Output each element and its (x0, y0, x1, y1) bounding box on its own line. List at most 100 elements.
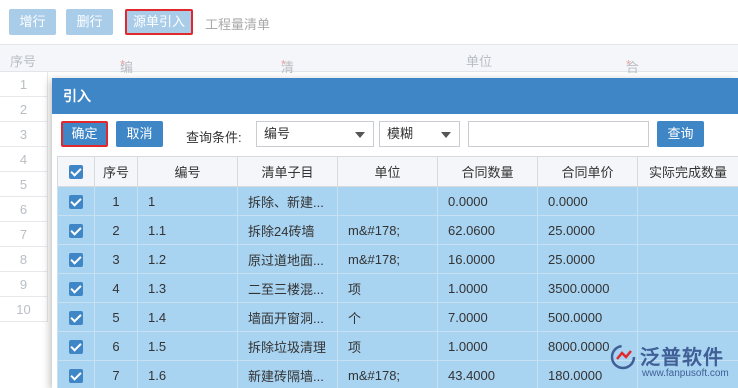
required-mark: * (626, 57, 632, 72)
cell-code: 1.4 (137, 302, 238, 332)
cell-code: 1 (137, 186, 238, 216)
header-unit: 单位 (466, 54, 493, 69)
cell-item: 拆除、新建... (237, 186, 338, 216)
confirm-button[interactable]: 确定 (61, 121, 108, 147)
cell-code: 1.6 (137, 360, 238, 388)
cell-price: 3500.0000 (537, 273, 638, 303)
cell-done (637, 244, 738, 274)
cell-code: 1.3 (137, 273, 238, 303)
row-number: 2 (0, 97, 48, 122)
cell-item: 墙面开窗洞... (237, 302, 338, 332)
row-number: 9 (0, 272, 48, 297)
col-header: 清单子目 (237, 156, 338, 187)
row-select-cell[interactable] (57, 215, 95, 245)
table-row[interactable]: 4 1.3 二至三楼混... 项 1.0000 3500.0000 (57, 273, 738, 303)
cell-unit: m&#178; (337, 244, 438, 274)
select-all-checkbox[interactable] (69, 165, 83, 180)
cell-done (637, 186, 738, 216)
row-checkbox[interactable] (69, 281, 83, 296)
brand-url: www.fanpusoft.com (642, 368, 729, 379)
cell-seq: 2 (94, 215, 138, 245)
cell-unit: m&#178; (337, 360, 438, 388)
row-checkbox[interactable] (69, 339, 83, 354)
row-number: 7 (0, 222, 48, 247)
col-header: 序号 (94, 156, 138, 187)
brand-watermark: 泛普软件 www.fanpusoft.com (606, 338, 738, 384)
header-seq: 序号 (10, 54, 37, 69)
row-checkbox[interactable] (69, 368, 83, 383)
cell-qty: 1.0000 (437, 273, 538, 303)
cell-item: 新建砖隔墙... (237, 360, 338, 388)
row-checkbox[interactable] (69, 194, 83, 209)
row-select-cell[interactable] (57, 331, 95, 361)
row-select-cell[interactable] (57, 244, 95, 274)
cell-item: 二至三楼混... (237, 273, 338, 303)
cell-unit: m&#178; (337, 215, 438, 245)
chevron-down-icon (441, 132, 451, 138)
cell-unit: 个 (337, 302, 438, 332)
grid-row-numbers: 1 2 3 4 5 6 7 8 9 10 (0, 72, 48, 322)
row-select-cell[interactable] (57, 302, 95, 332)
required-mark: * (281, 57, 287, 72)
table-row[interactable]: 5 1.4 墙面开窗洞... 个 7.0000 500.0000 (57, 302, 738, 332)
cell-qty: 7.0000 (437, 302, 538, 332)
cell-item: 拆除垃圾清理 (237, 331, 338, 361)
brand-name: 泛普软件 (640, 347, 724, 369)
cancel-button[interactable]: 取消 (116, 121, 163, 147)
cell-seq: 7 (94, 360, 138, 388)
row-select-cell[interactable] (57, 273, 95, 303)
import-source-button[interactable]: 源单引入 (125, 9, 193, 35)
cell-seq: 6 (94, 331, 138, 361)
query-button[interactable]: 查询 (657, 121, 704, 147)
cell-seq: 4 (94, 273, 138, 303)
row-number: 1 (0, 72, 48, 97)
brand-logo-icon (610, 344, 636, 370)
col-header: 编号 (137, 156, 238, 187)
dialog-title: 引入 (52, 78, 738, 114)
cell-seq: 3 (94, 244, 138, 274)
row-number: 6 (0, 197, 48, 222)
match-mode-value: 模糊 (387, 126, 414, 141)
query-field-select[interactable]: 编号 (256, 121, 374, 147)
col-header: 合同单价 (537, 156, 638, 187)
table-row[interactable]: 2 1.1 拆除24砖墙 m&#178; 62.0600 25.0000 (57, 215, 738, 245)
query-field-value: 编号 (264, 126, 291, 141)
table-row[interactable]: 1 1 拆除、新建... 0.0000 0.0000 (57, 186, 738, 216)
table-row[interactable]: 3 1.2 原过道地面... m&#178; 16.0000 25.0000 (57, 244, 738, 274)
dialog-toolbar: 确定 取消 查询条件: 编号 模糊 查询 (52, 114, 738, 152)
cell-price: 25.0000 (537, 215, 638, 245)
row-checkbox[interactable] (69, 252, 83, 267)
cell-seq: 5 (94, 302, 138, 332)
cell-unit: 项 (337, 331, 438, 361)
cell-unit (337, 186, 438, 216)
cell-done (637, 302, 738, 332)
row-select-cell[interactable] (57, 186, 95, 216)
cell-code: 1.5 (137, 331, 238, 361)
cell-code: 1.2 (137, 244, 238, 274)
row-select-cell[interactable] (57, 360, 95, 388)
cell-qty: 16.0000 (437, 244, 538, 274)
grid-header: 序号 编号* 清单子目* 单位 合同数量* (0, 44, 738, 132)
col-header: 单位 (337, 156, 438, 187)
main-toolbar: 增行 删行 源单引入 工程量清单 (0, 0, 738, 44)
select-all-cell[interactable] (57, 156, 95, 187)
match-mode-select[interactable]: 模糊 (379, 121, 460, 147)
cell-code: 1.1 (137, 215, 238, 245)
cell-qty: 62.0600 (437, 215, 538, 245)
row-checkbox[interactable] (69, 223, 83, 238)
cell-done (637, 215, 738, 245)
add-row-button[interactable]: 增行 (9, 9, 56, 35)
query-condition-label: 查询条件: (186, 130, 242, 145)
cell-qty: 43.4000 (437, 360, 538, 388)
row-number: 8 (0, 247, 48, 272)
row-number: 3 (0, 122, 48, 147)
row-checkbox[interactable] (69, 310, 83, 325)
tab-bill-of-quantities[interactable]: 工程量清单 (205, 14, 270, 33)
cell-qty: 0.0000 (437, 186, 538, 216)
col-header: 合同数量 (437, 156, 538, 187)
query-input[interactable] (468, 121, 649, 147)
chevron-down-icon (355, 132, 365, 138)
delete-row-button[interactable]: 删行 (66, 9, 113, 35)
cell-price: 25.0000 (537, 244, 638, 274)
cell-item: 拆除24砖墙 (237, 215, 338, 245)
